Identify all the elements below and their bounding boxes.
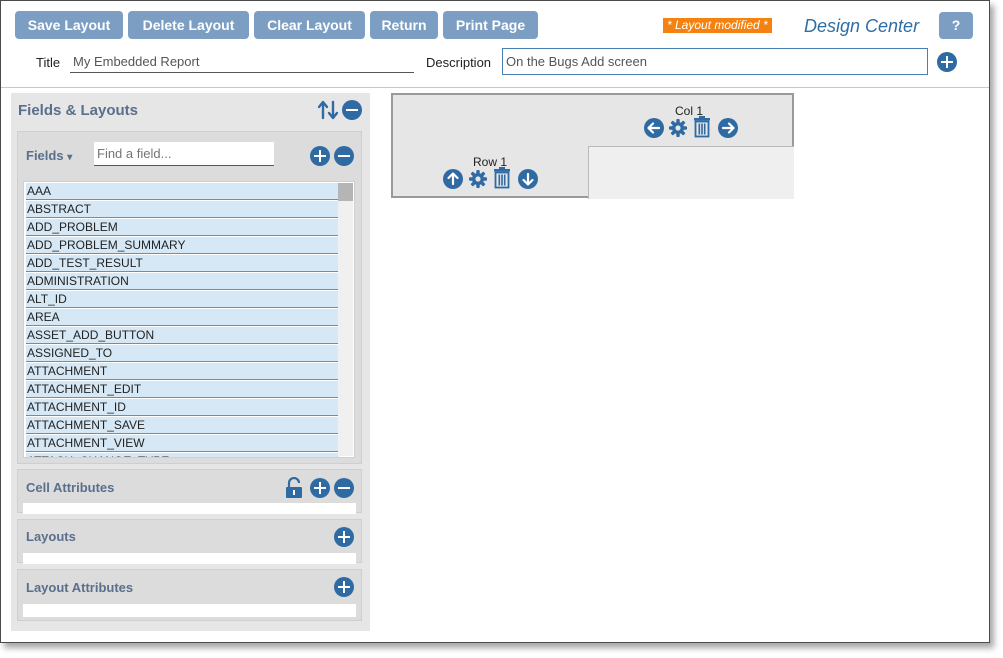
collapse-panel-icon[interactable] xyxy=(342,100,362,120)
layouts-well xyxy=(23,553,356,564)
save-layout-button[interactable]: Save Layout xyxy=(15,11,123,39)
field-list-item[interactable]: ATTACH_CHANGE_TYPE xyxy=(26,453,339,457)
scrollbar-thumb[interactable] xyxy=(338,183,353,201)
description-input[interactable] xyxy=(502,48,928,75)
chevron-down-icon: ▾ xyxy=(67,152,73,163)
layout-attributes-title: Layout Attributes xyxy=(26,580,134,595)
add-layout-icon[interactable] xyxy=(334,527,354,547)
field-list-item[interactable]: ADD_PROBLEM_SUMMARY xyxy=(26,237,339,254)
move-down-icon[interactable] xyxy=(518,169,538,189)
title-input[interactable] xyxy=(70,51,414,73)
sort-icon[interactable] xyxy=(317,99,339,121)
field-list-item[interactable]: AAA xyxy=(26,183,339,200)
field-list-item[interactable]: ATTACHMENT_ID xyxy=(26,399,339,416)
description-label: Description xyxy=(426,55,492,70)
cell-attributes-section: Cell Attributes xyxy=(17,469,362,514)
header-divider xyxy=(1,87,989,88)
col-settings-gear-icon[interactable] xyxy=(668,118,688,138)
field-list-item[interactable]: ABSTRACT xyxy=(26,201,339,218)
col-delete-trash-icon[interactable] xyxy=(693,116,711,138)
field-list-item[interactable]: ADD_TEST_RESULT xyxy=(26,255,339,272)
design-center-window: Save Layout Delete Layout Clear Layout R… xyxy=(0,0,990,643)
field-list: AAA ABSTRACT ADD_PROBLEM ADD_PROBLEM_SUMMAR… xyxy=(23,181,355,458)
fields-label: Fields xyxy=(26,148,64,163)
field-list-item[interactable]: ASSET_ADD_BUTTON xyxy=(26,327,339,344)
layout-canvas: Col 1 Row 1 xyxy=(391,93,794,199)
row-settings-gear-icon[interactable] xyxy=(468,169,488,189)
fields-dropdown[interactable]: Fields ▾ xyxy=(26,148,72,163)
unlock-icon[interactable] xyxy=(285,477,303,499)
field-list-item[interactable]: ALT_ID xyxy=(26,291,339,308)
cell-attributes-title: Cell Attributes xyxy=(26,480,115,495)
field-list-item[interactable]: AREA xyxy=(26,309,339,326)
layouts-title: Layouts xyxy=(26,529,76,544)
field-list-item[interactable]: ATTACHMENT_VIEW xyxy=(26,435,339,452)
field-search-input[interactable] xyxy=(94,142,274,166)
move-left-icon[interactable] xyxy=(644,118,664,138)
fields-layouts-panel: Fields & Layouts Fields ▾ AAAABSTRACTADD… xyxy=(11,93,370,631)
app-title: Design Center xyxy=(804,16,920,36)
return-button[interactable]: Return xyxy=(370,11,438,39)
print-page-button[interactable]: Print Page xyxy=(443,11,538,39)
add-layout-attribute-icon[interactable] xyxy=(334,577,354,597)
cell-attributes-well xyxy=(23,503,356,514)
add-field-icon[interactable] xyxy=(310,146,330,166)
title-label: Title xyxy=(36,55,61,70)
layout-attributes-well xyxy=(23,604,356,617)
row-delete-trash-icon[interactable] xyxy=(493,167,511,189)
field-list-item[interactable]: ADMINISTRATION xyxy=(26,273,339,290)
field-list-items: AAA ABSTRACT ADD_PROBLEM ADD_PROBLEM_SUMMAR… xyxy=(26,183,339,457)
layout-modified-badge: * Layout modified * xyxy=(663,18,772,33)
help-button[interactable]: ? xyxy=(939,12,973,39)
scrollbar[interactable] xyxy=(338,183,353,456)
remove-cell-attribute-icon[interactable] xyxy=(334,478,354,498)
field-list-item[interactable]: ATTACHMENT_EDIT xyxy=(26,381,339,398)
clear-layout-button[interactable]: Clear Layout xyxy=(254,11,365,39)
field-list-item[interactable]: ATTACHMENT_SAVE xyxy=(26,417,339,434)
add-cell-attribute-icon[interactable] xyxy=(310,478,330,498)
field-list-item[interactable]: ASSIGNED_TO xyxy=(26,345,339,362)
panel-title: Fields & Layouts xyxy=(18,102,139,119)
field-list-item[interactable]: ATTACHMENT xyxy=(26,363,339,380)
layout-attributes-section: Layout Attributes xyxy=(17,569,362,621)
layouts-section: Layouts xyxy=(17,519,362,564)
field-list-item[interactable]: ADD_PROBLEM xyxy=(26,219,339,236)
delete-layout-button[interactable]: Delete Layout xyxy=(128,11,249,39)
remove-field-icon[interactable] xyxy=(334,146,354,166)
move-right-icon[interactable] xyxy=(718,118,738,138)
layout-cell[interactable] xyxy=(588,146,794,199)
move-up-icon[interactable] xyxy=(443,169,463,189)
fields-section: Fields ▾ AAAABSTRACTADD_PROBLEMADD_PROBL… xyxy=(17,131,362,464)
add-plus-icon[interactable] xyxy=(937,52,957,72)
toolbar: Save Layout Delete Layout Clear Layout R… xyxy=(1,1,989,45)
